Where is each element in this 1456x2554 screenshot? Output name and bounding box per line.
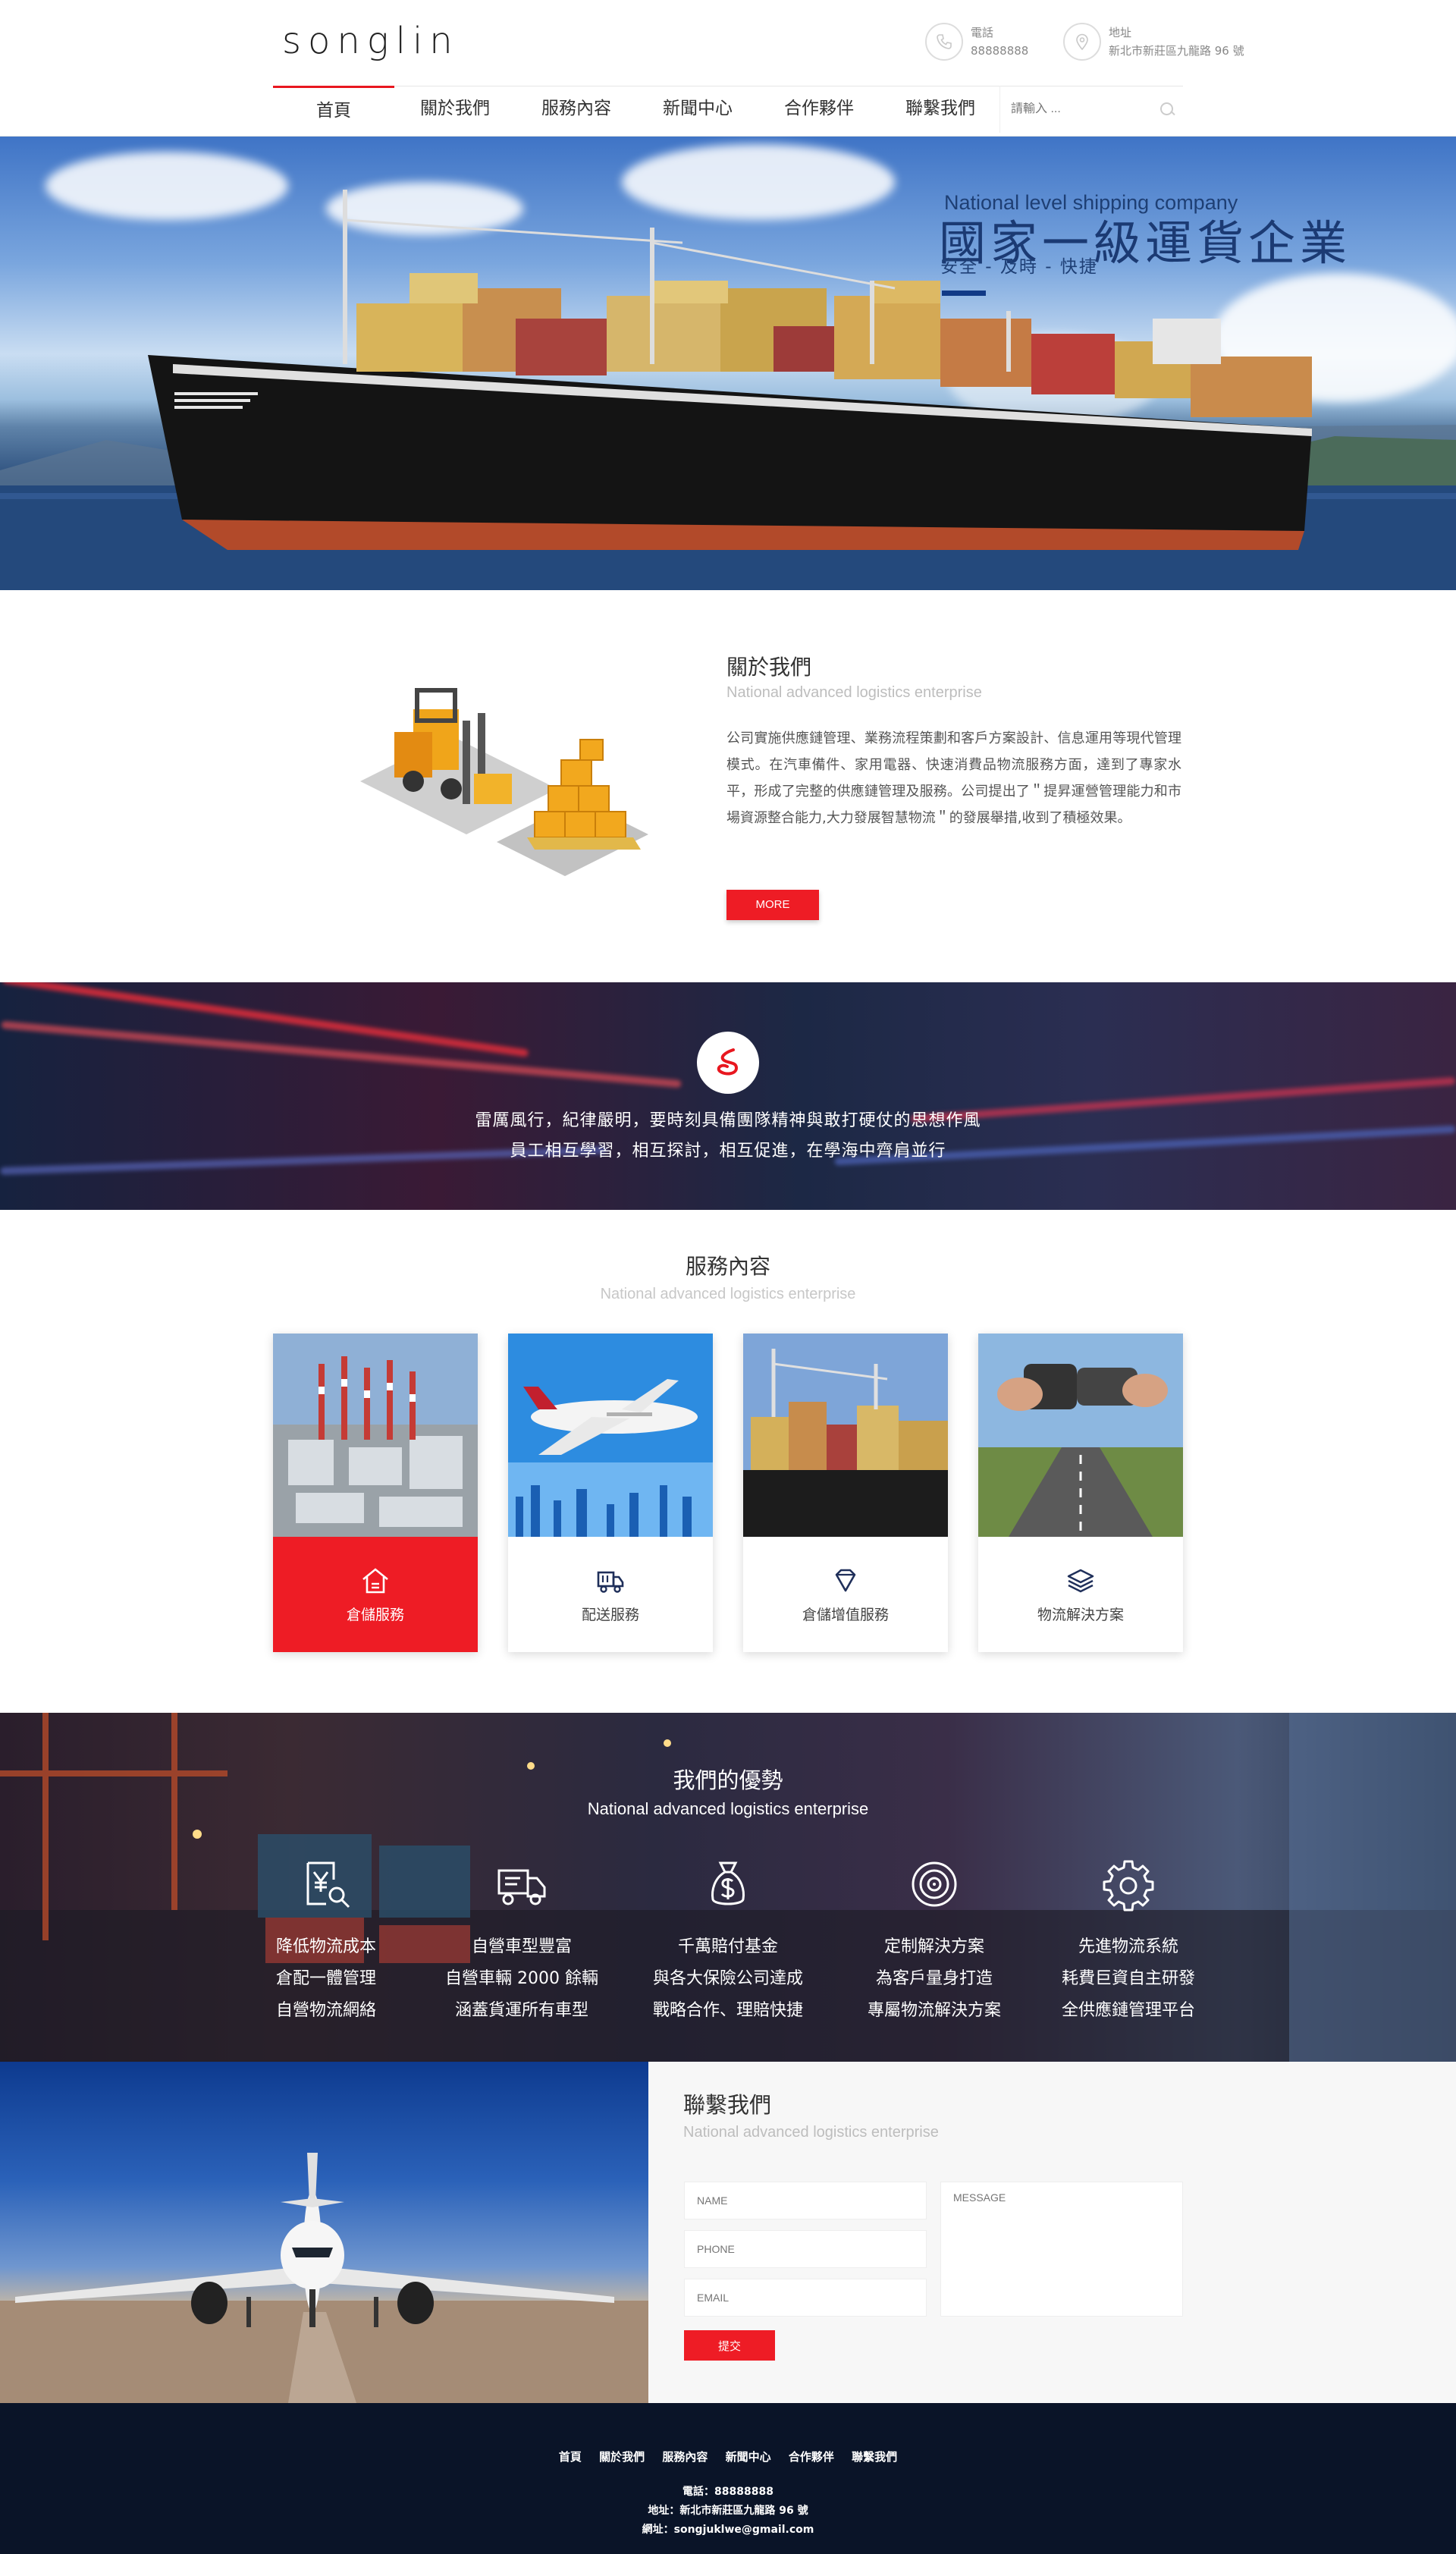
motto-line-1: 雷厲風行，紀律嚴明，要時刻具備團隊精神與敢打硬仗的思想作風	[475, 1111, 981, 1130]
advantage-item: 降低物流成本 倉配一體管理 自營物流網絡	[243, 1857, 410, 2027]
nav-item-news[interactable]: 新聞中心	[637, 86, 758, 136]
service-card-value-added[interactable]: 倉儲增值服務	[743, 1334, 948, 1652]
truck-icon	[497, 1869, 546, 1905]
service-card-delivery[interactable]: 配送服務	[508, 1334, 713, 1652]
advantage-item: 定制解決方案 為客戶量身打造 專屬物流解決方案	[851, 1857, 1018, 2027]
about-description: 公司實施供應鏈管理、業務流程策劃和客戶方案設計、信息運用等現代管理模式。在汽車備…	[726, 730, 1181, 826]
advantage-line: 涵蓋貨運所有車型	[454, 2001, 588, 2020]
advantage-line: 自營車輛 2000 餘輛	[445, 1969, 598, 1988]
footer-nav: 首頁 關於我們 服務內容 新聞中心 合作夥伴 聯繫我們	[0, 2449, 1456, 2464]
phone-info: 電話 88888888	[925, 23, 1028, 61]
service-card-warehouse[interactable]: 倉儲服務	[273, 1334, 478, 1652]
submit-button[interactable]: 提交	[684, 2330, 775, 2361]
hero-accent-bar	[942, 291, 986, 296]
footer-phone: 電話：88888888	[682, 2486, 774, 2498]
company-emblem-icon	[697, 1032, 759, 1094]
gear-icon	[1103, 1860, 1154, 1912]
advantage-line: 為客戶量身打造	[875, 1969, 993, 1988]
about-title: 關於我們	[726, 655, 812, 680]
message-field[interactable]	[940, 2182, 1183, 2317]
advantage-line: 自營物流網絡	[275, 2001, 376, 2020]
footer-link-home[interactable]: 首頁	[559, 2450, 582, 2464]
advantage-item: 自營車型豐富 自營車輛 2000 餘輛 涵蓋貨運所有車型	[438, 1857, 605, 2027]
address-text: 新北市新莊區九龍路 96 號	[1109, 44, 1244, 58]
contact-english-subtitle: National advanced logistics enterprise	[683, 2124, 939, 2141]
footer-link-services[interactable]: 服務內容	[662, 2450, 708, 2464]
location-pin-icon	[1063, 23, 1101, 61]
search-icon[interactable]	[1159, 101, 1175, 118]
container-ship-image	[743, 1334, 948, 1537]
services-title: 服務內容	[685, 1254, 770, 1279]
nav-item-partners[interactable]: 合作夥伴	[758, 86, 880, 136]
advantage-line: 定制解決方案	[883, 1937, 984, 1956]
site-footer: 首頁 關於我們 服務內容 新聞中心 合作夥伴 聯繫我們 電話：88888888 …	[0, 2403, 1456, 2554]
advantage-item: 先進物流系統 耗費巨資自主研發 全供應鏈管理平台	[1045, 1857, 1212, 2027]
advantage-line: 先進物流系統	[1078, 1937, 1178, 1956]
advantages-title: 我們的優勢	[673, 1767, 783, 1793]
service-label: 配送服務	[581, 1607, 639, 1623]
target-icon	[912, 1861, 957, 1907]
advantage-item: 千萬賠付基金 與各大保險公司達成 戰略合作、理賠快捷	[645, 1857, 811, 2027]
phone-number: 88888888	[971, 44, 1029, 58]
contact-section: 聯繫我們 National advanced logistics enterpr…	[648, 2062, 1456, 2403]
phone-icon	[925, 23, 963, 61]
advantage-line: 降低物流成本	[275, 1937, 376, 1956]
service-label: 倉儲增值服務	[802, 1607, 889, 1623]
yen-document-icon	[306, 1861, 350, 1908]
service-label: 倉儲服務	[346, 1607, 404, 1623]
forklift-illustration	[360, 688, 648, 876]
footer-link-contact[interactable]: 聯繫我們	[852, 2450, 897, 2464]
advantage-line: 專屬物流解決方案	[867, 2001, 1001, 2020]
advantage-line: 全供應鏈管理平台	[1061, 2001, 1195, 2020]
email-field[interactable]	[684, 2279, 927, 2317]
hero-subtitle: 安全 - 及時 - 快捷	[940, 257, 1098, 277]
advantage-line: 倉配一體管理	[275, 1969, 376, 1988]
logo[interactable]: songlin	[282, 20, 460, 62]
name-field[interactable]	[684, 2182, 927, 2219]
nav-item-contact[interactable]: 聯繫我們	[880, 86, 1001, 136]
main-nav: 首頁 關於我們 服務內容 新聞中心 合作夥伴 聯繫我們	[273, 86, 1001, 136]
footer-link-news[interactable]: 新聞中心	[726, 2450, 771, 2464]
advantage-line: 與各大保險公司達成	[652, 1969, 803, 1988]
layers-icon	[1067, 1569, 1094, 1593]
nav-item-about[interactable]: 關於我們	[394, 86, 516, 136]
phone-label: 電話	[971, 26, 994, 39]
nav-item-services[interactable]: 服務內容	[516, 86, 637, 136]
footer-address: 地址：新北市新莊區九龍路 96 號	[648, 2505, 808, 2517]
search-box	[999, 86, 1189, 133]
about-english-subtitle: National advanced logistics enterprise	[726, 684, 982, 701]
footer-link-about[interactable]: 關於我們	[599, 2450, 645, 2464]
advantage-line: 千萬賠付基金	[677, 1937, 778, 1956]
contact-title: 聯繫我們	[683, 2092, 772, 2118]
advantage-line: 耗費巨資自主研發	[1061, 1969, 1195, 1988]
advantages-english-subtitle: National advanced logistics enterprise	[587, 1799, 869, 1818]
advantage-line: 自營車型豐富	[471, 1937, 572, 1956]
nav-item-home[interactable]: 首頁	[273, 86, 394, 136]
site-header: songlin 電話 88888888 地址 新北市新莊區九龍路 96 號 首頁…	[0, 0, 1456, 137]
advantage-line: 戰略合作、理賠快捷	[652, 2001, 803, 2020]
airplane-image	[508, 1334, 713, 1537]
phone-field[interactable]	[684, 2230, 927, 2268]
motto-line-2: 員工相互學習，相互探討，相互促進，在學海中齊肩並行	[510, 1142, 946, 1161]
footer-link-partners[interactable]: 合作夥伴	[789, 2450, 834, 2464]
motto-banner: 雷厲風行，紀律嚴明，要時刻具備團隊精神與敢打硬仗的思想作風 員工相互學習，相互探…	[0, 982, 1456, 1210]
service-label: 物流解決方案	[1037, 1607, 1124, 1623]
road-connection-image	[978, 1334, 1183, 1537]
industrial-plant-image	[273, 1334, 478, 1537]
warehouse-icon	[362, 1568, 388, 1594]
address-info: 地址 新北市新莊區九龍路 96 號	[1063, 23, 1244, 61]
airplane-runway-image	[0, 2062, 648, 2403]
search-input[interactable]	[1011, 102, 1159, 116]
service-card-solutions[interactable]: 物流解決方案	[978, 1334, 1183, 1652]
delivery-truck-icon	[597, 1571, 624, 1593]
hero-banner: National level shipping company 國家一級運貨企業…	[0, 137, 1456, 590]
footer-email: 網址：songjuklwe@gmail.com	[642, 2524, 814, 2536]
services-english-subtitle: National advanced logistics enterprise	[600, 1286, 856, 1302]
address-label: 地址	[1109, 26, 1132, 39]
more-button[interactable]: MORE	[726, 890, 819, 920]
money-bag-icon	[711, 1861, 745, 1905]
advantages-section: 我們的優勢 National advanced logistics enterp…	[0, 1713, 1456, 2062]
diamond-icon	[835, 1569, 856, 1592]
